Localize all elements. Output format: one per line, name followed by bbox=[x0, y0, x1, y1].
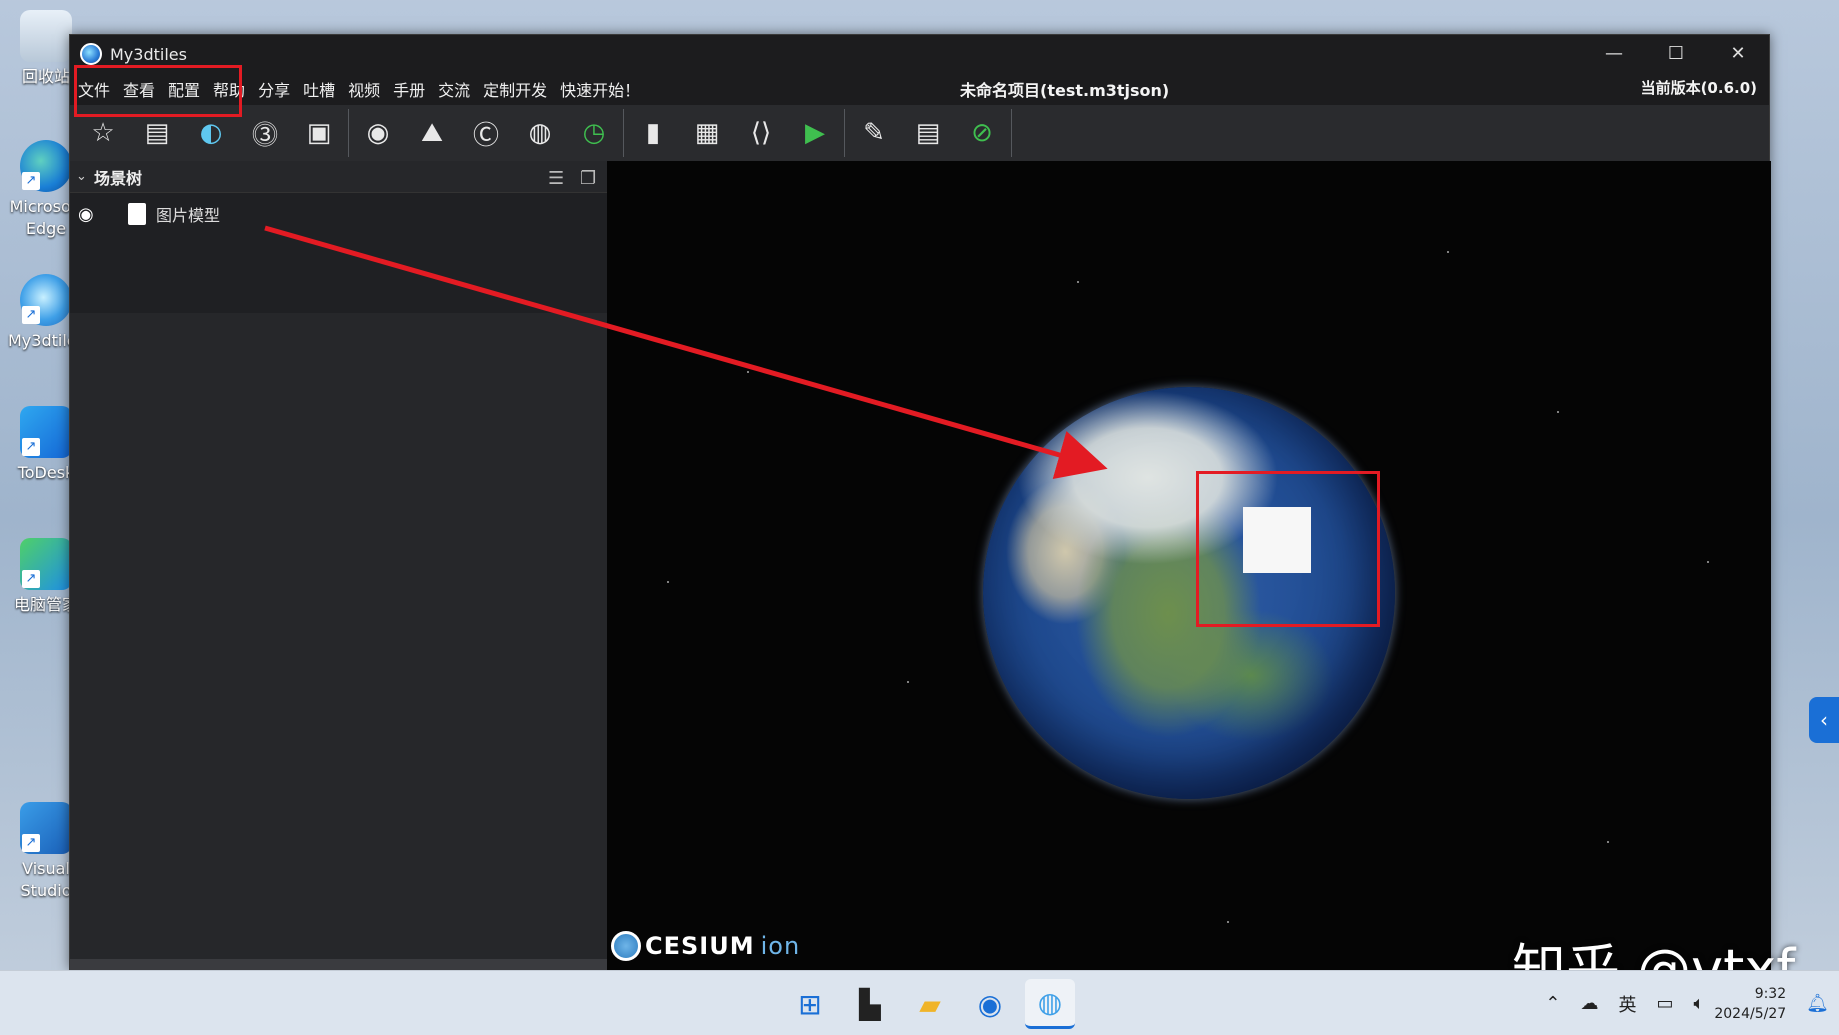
visual-studio-icon: ↗ bbox=[20, 802, 72, 854]
tree-item-label: 图片模型 bbox=[156, 206, 221, 225]
eye-icon[interactable]: ◉ bbox=[78, 204, 108, 225]
close-button[interactable]: ✕ bbox=[1707, 35, 1769, 73]
app-logo-icon bbox=[80, 43, 102, 65]
toolbar-separator bbox=[1011, 109, 1012, 157]
star bbox=[1447, 251, 1449, 253]
glb-icon[interactable]: ▣ bbox=[296, 110, 342, 156]
3d-icon[interactable]: ⓷ bbox=[242, 110, 288, 156]
highlight-box-tree bbox=[74, 65, 242, 117]
cesium-ion-logo[interactable]: CESIUM ion bbox=[611, 931, 800, 961]
clock-date: 2024/5/27 bbox=[1714, 1005, 1787, 1022]
cesium-viewer[interactable]: CESIUM ion bbox=[607, 161, 1771, 971]
star bbox=[1557, 411, 1559, 413]
system-tray: ⌃ ☁ 英 ▭ 🔈︎ 9:32 2024/5/27 🔔︎ bbox=[1535, 971, 1839, 1035]
scene-tree-panel: ⌄ 场景树 ☰ ❐ ◉ 图片模型 bbox=[70, 161, 607, 971]
pc-manager-icon: ↗ bbox=[20, 538, 72, 590]
star bbox=[907, 681, 909, 683]
project-title: 未命名项目(test.m3tjson) bbox=[960, 81, 1170, 100]
star bbox=[1707, 561, 1709, 563]
shortcut-arrow-icon: ↗ bbox=[22, 438, 40, 456]
shortcut-arrow-icon: ↗ bbox=[22, 172, 40, 190]
disable-icon[interactable]: ⊘ bbox=[959, 110, 1005, 156]
cesium-logo-text: CESIUM bbox=[645, 932, 755, 960]
cesium-logo-suffix: ion bbox=[760, 932, 801, 960]
play-icon[interactable]: ▶ bbox=[792, 110, 838, 156]
clock[interactable]: 9:32 2024/5/27 bbox=[1714, 984, 1786, 1024]
maximize-button[interactable]: ☐ bbox=[1645, 35, 1707, 73]
chart-icon[interactable]: ▮ bbox=[630, 110, 676, 156]
version-label: 当前版本(0.6.0) bbox=[1640, 79, 1757, 97]
edit-icon[interactable]: ✎ bbox=[851, 110, 897, 156]
volume-icon[interactable]: 🔈︎ bbox=[1694, 993, 1705, 1014]
shortcut-arrow-icon: ↗ bbox=[22, 834, 40, 852]
star bbox=[1077, 281, 1079, 283]
shortcut-arrow-icon: ↗ bbox=[22, 570, 40, 588]
notification-icon[interactable]: 🔔︎ bbox=[1806, 993, 1829, 1014]
tree-item[interactable]: ◉ 图片模型 bbox=[70, 197, 607, 231]
cn-icon[interactable]: Ⓒ bbox=[463, 110, 509, 156]
scene-tree-header[interactable]: ⌄ 场景树 ☰ ❐ bbox=[70, 161, 607, 193]
recycle-bin-icon bbox=[20, 10, 72, 62]
menu-bar: 文件 查看 配置 帮助 分享 吐槽 视频 手册 交流 定制开发 快速开始！ bbox=[70, 73, 1769, 105]
globe-icon[interactable]: ◍ bbox=[517, 110, 563, 156]
menu-quick-start[interactable]: 快速开始！ bbox=[560, 77, 640, 101]
terrain-icon[interactable]: ⛰ bbox=[409, 110, 455, 156]
taskbar: ⊞ ▙ ▰ ◉ ◍ ⌃ ☁ 英 ▭ 🔈︎ 9:32 2024/5/27 🔔︎ bbox=[0, 970, 1839, 1035]
chevron-up-icon[interactable]: ⌃ bbox=[1545, 993, 1560, 1014]
settings-doc-icon[interactable]: ▤ bbox=[905, 110, 951, 156]
toolbar: ☆ ▤ ◐ ⓷ ▣ ◉ ⛰ Ⓒ ◍ ◷ ▮ ▦ ⟨⟩ ▶ ✎ ▤ ⊘ bbox=[70, 105, 1769, 161]
minimize-button[interactable]: — bbox=[1583, 35, 1645, 73]
file-icon bbox=[128, 203, 146, 225]
collapse-panel-icon[interactable]: ❐ bbox=[580, 168, 596, 189]
menu-custom-dev[interactable]: 定制开发 bbox=[483, 77, 547, 101]
clock-icon[interactable]: ◷ bbox=[571, 110, 617, 156]
window-title: My3dtiles bbox=[110, 44, 187, 64]
file-explorer-icon[interactable]: ▰ bbox=[905, 979, 955, 1029]
menu-community[interactable]: 交流 bbox=[438, 77, 470, 101]
cesium-logo-icon bbox=[611, 931, 641, 961]
star bbox=[667, 581, 669, 583]
menu-feedback[interactable]: 吐槽 bbox=[303, 77, 335, 101]
code-icon[interactable]: ⟨⟩ bbox=[738, 110, 784, 156]
star bbox=[1607, 841, 1609, 843]
title-bar[interactable]: My3dtiles — ☐ ✕ bbox=[70, 35, 1769, 73]
scene-tree-list: ◉ 图片模型 bbox=[70, 193, 607, 313]
edge-taskbar-icon[interactable]: ◉ bbox=[965, 979, 1015, 1029]
windows-start-icon[interactable]: ⊞ bbox=[785, 979, 835, 1029]
my3dtiles-icon: ↗ bbox=[20, 274, 72, 326]
network-icon[interactable]: ▭ bbox=[1657, 993, 1674, 1014]
ime-indicator[interactable]: 英 bbox=[1619, 991, 1637, 1017]
toolbar-separator bbox=[348, 109, 349, 157]
toolbar-separator bbox=[844, 109, 845, 157]
task-view-icon[interactable]: ▙ bbox=[845, 979, 895, 1029]
chevron-down-icon[interactable]: ⌄ bbox=[76, 169, 94, 184]
menu-share[interactable]: 分享 bbox=[258, 77, 290, 101]
cloud-icon[interactable]: ☁ bbox=[1581, 993, 1599, 1014]
shortcut-arrow-icon: ↗ bbox=[22, 306, 40, 324]
todesk-icon: ↗ bbox=[20, 406, 72, 458]
star bbox=[1227, 921, 1229, 923]
side-panel-toggle[interactable]: ‹ bbox=[1809, 697, 1839, 743]
toolbar-separator bbox=[623, 109, 624, 157]
highlight-box-globe bbox=[1196, 471, 1380, 627]
clock-time: 9:32 bbox=[1754, 985, 1787, 1002]
menu-video[interactable]: 视频 bbox=[348, 77, 380, 101]
tree-list-icon[interactable]: ☰ bbox=[548, 168, 564, 189]
menu-manual[interactable]: 手册 bbox=[393, 77, 425, 101]
grid-icon[interactable]: ▦ bbox=[684, 110, 730, 156]
scene-tree-title: 场景树 bbox=[94, 168, 143, 188]
app-window: My3dtiles — ☐ ✕ 文件 查看 配置 帮助 分享 吐槽 视频 手册 … bbox=[69, 34, 1771, 971]
location-icon[interactable]: ◉ bbox=[355, 110, 401, 156]
my3dtiles-taskbar-icon[interactable]: ◍ bbox=[1025, 979, 1075, 1029]
star bbox=[747, 371, 749, 373]
edge-icon: ↗ bbox=[20, 140, 72, 192]
